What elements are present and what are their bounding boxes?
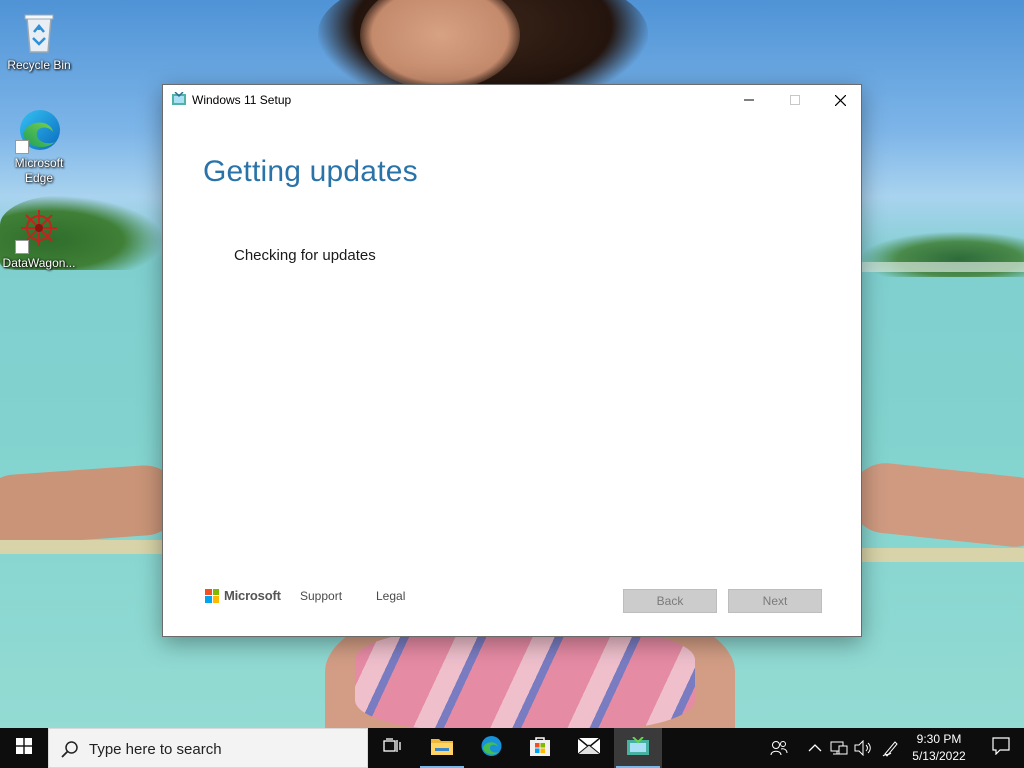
action-center-button[interactable] bbox=[978, 728, 1024, 768]
folder-icon bbox=[430, 736, 454, 761]
taskbar: Type here to search 9:30 PM 5/13/2022 bbox=[0, 728, 1024, 768]
clock-time: 9:30 PM bbox=[916, 732, 962, 746]
microsoft-logo-icon bbox=[205, 588, 219, 603]
search-icon bbox=[61, 740, 79, 763]
notification-icon bbox=[992, 736, 1010, 760]
window-title: Windows 11 Setup bbox=[192, 93, 292, 107]
network-icon[interactable] bbox=[829, 738, 849, 758]
task-view-button[interactable] bbox=[368, 728, 416, 768]
setup-icon bbox=[627, 735, 649, 760]
shortcut-arrow-icon bbox=[15, 240, 29, 254]
taskbar-microsoft-store[interactable] bbox=[516, 728, 564, 768]
recycle-bin-icon bbox=[15, 8, 63, 56]
page-heading: Getting updates bbox=[203, 155, 418, 188]
store-icon bbox=[529, 735, 551, 762]
taskbar-file-explorer[interactable] bbox=[418, 728, 466, 768]
taskbar-windows-11-setup[interactable] bbox=[614, 728, 662, 768]
support-link[interactable]: Support bbox=[300, 589, 342, 603]
clock-date: 5/13/2022 bbox=[912, 749, 966, 763]
microsoft-brand-text: Microsoft bbox=[224, 588, 281, 603]
desktop-icon-label: DataWagon... bbox=[2, 256, 76, 270]
setup-app-icon bbox=[172, 91, 186, 105]
start-button[interactable] bbox=[0, 728, 48, 768]
desktop-icon-label: Recycle Bin bbox=[7, 58, 71, 72]
desktop-icon-microsoft-edge[interactable]: Microsoft Edge bbox=[0, 106, 78, 186]
edge-icon bbox=[15, 106, 63, 154]
windows-logo-icon bbox=[16, 737, 32, 759]
legal-link[interactable]: Legal bbox=[376, 589, 405, 603]
mail-icon bbox=[577, 736, 601, 760]
search-box[interactable]: Type here to search bbox=[48, 728, 368, 768]
chevron-up-icon[interactable] bbox=[805, 738, 825, 758]
edge-icon bbox=[479, 734, 503, 763]
taskbar-mail[interactable] bbox=[565, 728, 613, 768]
next-button[interactable]: Next bbox=[728, 589, 822, 613]
task-view-icon bbox=[383, 737, 401, 759]
title-bar[interactable]: Windows 11 Setup bbox=[163, 85, 861, 115]
status-text: Checking for updates bbox=[234, 247, 376, 264]
microsoft-brand: Microsoft bbox=[205, 588, 281, 603]
taskbar-edge[interactable] bbox=[467, 728, 515, 768]
people-icon[interactable] bbox=[769, 738, 789, 758]
desktop-icon-datawagon[interactable]: DataWagon... bbox=[0, 206, 78, 271]
pen-ink-icon[interactable] bbox=[881, 738, 901, 758]
setup-window: Windows 11 Setup Getting updates Checkin… bbox=[162, 84, 862, 637]
datawagon-icon bbox=[15, 206, 63, 254]
minimize-button[interactable] bbox=[726, 85, 772, 115]
maximize-button bbox=[772, 85, 818, 115]
search-placeholder: Type here to search bbox=[89, 741, 222, 758]
back-button[interactable]: Back bbox=[623, 589, 717, 613]
taskbar-clock[interactable]: 9:30 PM 5/13/2022 bbox=[906, 731, 972, 765]
desktop-icon-recycle-bin[interactable]: Recycle Bin bbox=[0, 8, 78, 73]
desktop-icon-label: Microsoft Edge bbox=[14, 156, 64, 185]
shortcut-arrow-icon bbox=[15, 140, 29, 154]
volume-icon[interactable] bbox=[853, 738, 873, 758]
close-button[interactable] bbox=[817, 85, 863, 115]
